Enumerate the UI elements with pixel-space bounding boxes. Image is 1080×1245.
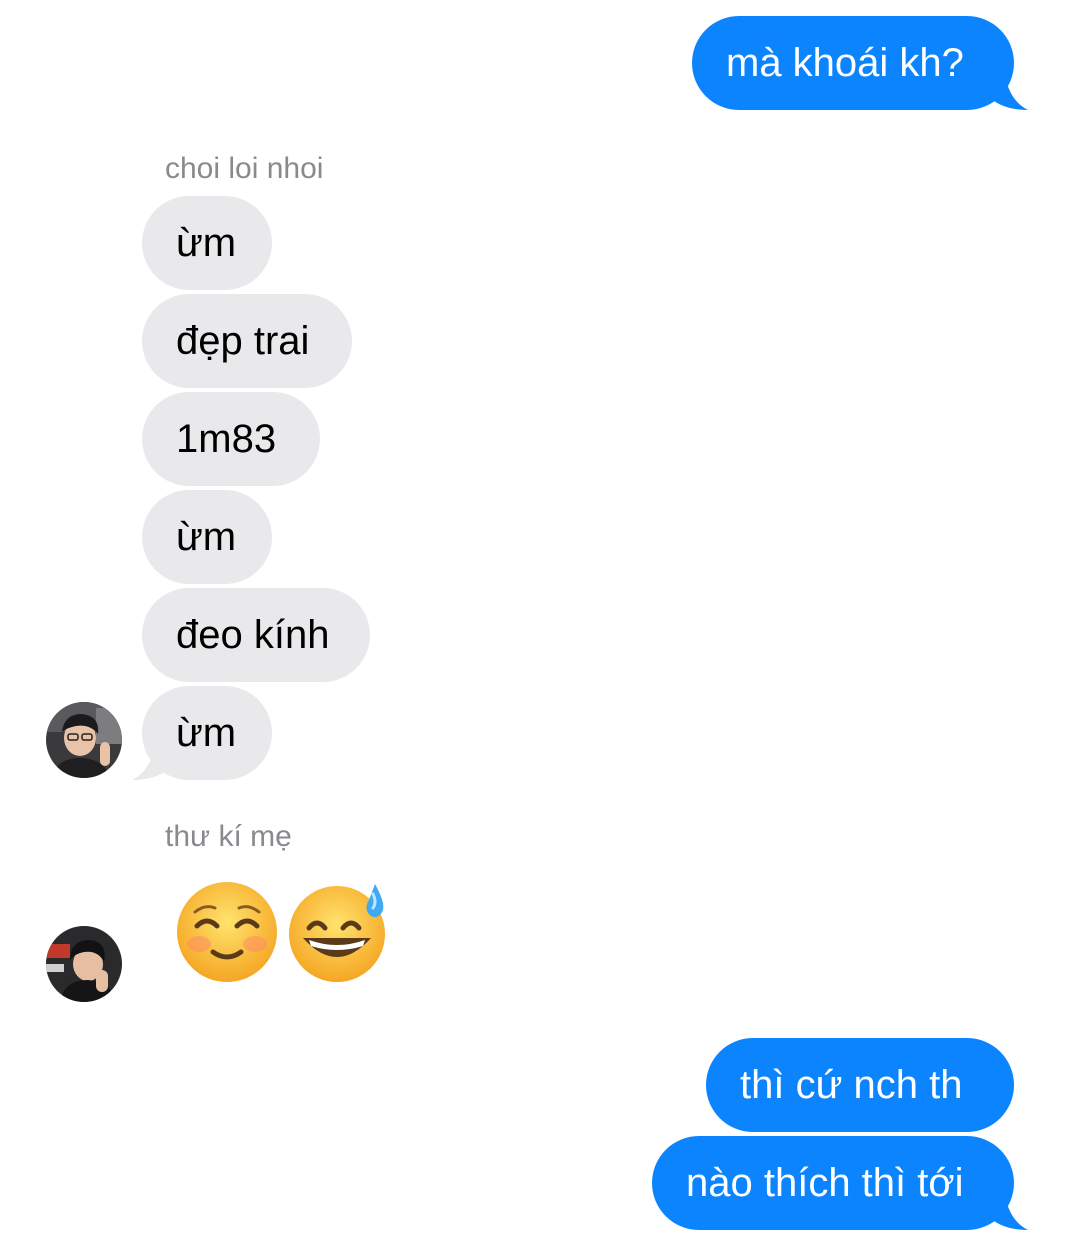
emoji-message[interactable] bbox=[175, 880, 389, 984]
avatar[interactable] bbox=[46, 702, 122, 778]
avatar[interactable] bbox=[46, 926, 122, 1002]
incoming-message-bubble[interactable]: 1m83 bbox=[142, 392, 320, 486]
outgoing-message-bubble[interactable]: thì cứ nch th bbox=[706, 1038, 1014, 1132]
incoming-message-bubble[interactable]: đeo kính bbox=[142, 588, 370, 682]
message-text: ừm bbox=[176, 515, 237, 559]
incoming-message-bubble[interactable]: đẹp trai bbox=[142, 294, 352, 388]
outgoing-message-bubble[interactable]: nào thích thì tới bbox=[652, 1136, 1014, 1230]
message-text: đeo kính bbox=[176, 613, 330, 657]
message-text: mà khoái kh? bbox=[726, 41, 964, 85]
message-text: ừm bbox=[176, 711, 237, 755]
avatar-photo-icon bbox=[46, 702, 122, 778]
message-text: 1m83 bbox=[176, 417, 277, 461]
incoming-message-bubble[interactable]: ừm bbox=[142, 196, 272, 290]
bubble-tail-icon bbox=[990, 70, 1028, 110]
message-text: đẹp trai bbox=[176, 319, 310, 363]
bubble-tail-icon bbox=[990, 1190, 1028, 1230]
sender-name: choi loi nhoi bbox=[165, 152, 324, 185]
message-text: thì cứ nch th bbox=[740, 1063, 963, 1107]
message-text: ừm bbox=[176, 221, 237, 265]
smiling-face-icon bbox=[177, 882, 277, 982]
avatar-photo-icon bbox=[46, 926, 122, 1002]
chat-thread: mà khoái kh? choi loi nhoi ừm đẹp trai 1… bbox=[0, 0, 1080, 1245]
incoming-message-bubble[interactable]: ừm bbox=[142, 490, 272, 584]
sender-name: thư kí mẹ bbox=[165, 820, 292, 853]
message-text: nào thích thì tới bbox=[686, 1161, 964, 1205]
grinning-sweat-icon bbox=[289, 884, 385, 982]
outgoing-message-bubble[interactable]: mà khoái kh? bbox=[692, 16, 1014, 110]
bubble-tail-icon bbox=[132, 740, 170, 780]
